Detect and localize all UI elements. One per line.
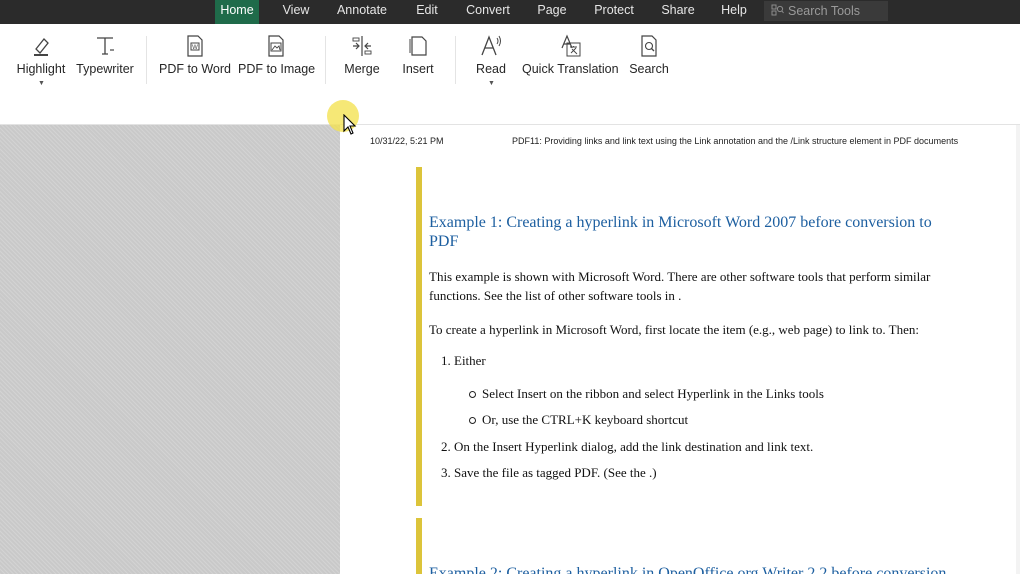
- menu-tab-home[interactable]: Home: [215, 0, 259, 24]
- quick-translation-label: Quick Translation: [522, 62, 619, 76]
- menu-tab-convert[interactable]: Convert: [463, 0, 513, 24]
- menu-tab-share[interactable]: Share: [657, 0, 699, 24]
- search-button[interactable]: Search: [626, 32, 672, 92]
- example-accent-bar: [416, 518, 422, 574]
- substep-2: Or, use the CTRL+K keyboard shortcut: [482, 412, 689, 427]
- menu-tab-edit[interactable]: Edit: [409, 0, 445, 24]
- example1-paragraph-2: To create a hyperlink in Microsoft Word,…: [429, 322, 919, 337]
- pdf-to-word-icon: W: [187, 35, 203, 57]
- menu-tab-help[interactable]: Help: [717, 0, 751, 24]
- pdf-page[interactable]: 10/31/22, 5:21 PM PDF11: Providing links…: [340, 125, 1017, 574]
- highlight-dropdown-icon[interactable]: ▼: [38, 80, 45, 87]
- insert-button[interactable]: Insert: [395, 32, 441, 92]
- search-label: Search: [629, 62, 669, 76]
- page-header-title: PDF11: Providing links and link text usi…: [512, 136, 959, 146]
- pdf-to-image-icon: [268, 35, 284, 57]
- insert-page-icon: [409, 36, 427, 56]
- mouse-pointer-icon: [343, 114, 357, 135]
- ribbon-separator: [325, 36, 326, 84]
- translate-icon: [561, 34, 581, 57]
- insert-label: Insert: [402, 62, 434, 76]
- read-aloud-icon: [481, 35, 501, 56]
- bullet-icon: [469, 391, 476, 398]
- menu-bar: Home View Annotate Edit Convert Page Pro…: [0, 0, 1020, 24]
- pdf-to-word-label: PDF to Word: [158, 62, 231, 76]
- example2-heading: Example 2: Creating a hyperlink in OpenO…: [429, 565, 947, 574]
- pdf-to-image-label: PDF to Image: [238, 62, 316, 76]
- highlighter-icon: [34, 38, 49, 56]
- search-tools-box[interactable]: Search Tools: [764, 1, 888, 21]
- svg-text:W: W: [192, 45, 198, 51]
- page-edge: [1016, 125, 1020, 574]
- document-canvas-background: [0, 125, 340, 574]
- pdf-to-image-button[interactable]: PDF to Image: [238, 32, 316, 92]
- merge-label: Merge: [344, 62, 380, 76]
- substep-1: Select Insert on the ribbon and select H…: [482, 386, 824, 401]
- step-2: 2. On the Insert Hyperlink dialog, add t…: [441, 439, 814, 454]
- typewriter-icon: [97, 37, 114, 55]
- typewriter-button[interactable]: Typewriter: [75, 32, 135, 92]
- merge-button[interactable]: Merge: [337, 32, 387, 92]
- bullet-icon: [469, 417, 476, 424]
- search-tools-icon: [771, 4, 784, 16]
- step-1: 1. Either: [441, 353, 486, 368]
- menu-tab-view[interactable]: View: [276, 0, 316, 24]
- read-label: Read: [476, 62, 506, 76]
- ribbon-toolbar: Highlight ▼ Typewriter W PDF to Word PDF…: [0, 24, 1020, 125]
- menu-tab-annotate[interactable]: Annotate: [333, 0, 391, 24]
- step-3: 3. Save the file as tagged PDF. (See the…: [441, 465, 657, 480]
- merge-icon: [352, 36, 372, 56]
- read-dropdown-icon[interactable]: ▼: [488, 80, 495, 87]
- highlight-label: Highlight: [16, 62, 66, 76]
- example-accent-bar: [416, 167, 422, 506]
- read-button[interactable]: Read ▼: [468, 32, 514, 92]
- menu-tab-page[interactable]: Page: [533, 0, 571, 24]
- search-tools-placeholder: Search Tools: [788, 4, 861, 18]
- page-header-date: 10/31/22, 5:21 PM: [370, 136, 444, 146]
- search-document-icon: [641, 35, 657, 57]
- typewriter-label: Typewriter: [76, 62, 134, 76]
- pdf-to-word-button[interactable]: W PDF to Word: [158, 32, 232, 92]
- highlight-button[interactable]: Highlight ▼: [11, 32, 71, 92]
- menu-tab-protect[interactable]: Protect: [590, 0, 638, 24]
- ribbon-separator: [455, 36, 456, 84]
- example1-paragraph-1: This example is shown with Microsoft Wor…: [429, 269, 931, 303]
- quick-translation-button[interactable]: Quick Translation: [522, 32, 619, 92]
- example1-heading: Example 1: Creating a hyperlink in Micro…: [429, 214, 932, 250]
- ribbon-separator: [146, 36, 147, 84]
